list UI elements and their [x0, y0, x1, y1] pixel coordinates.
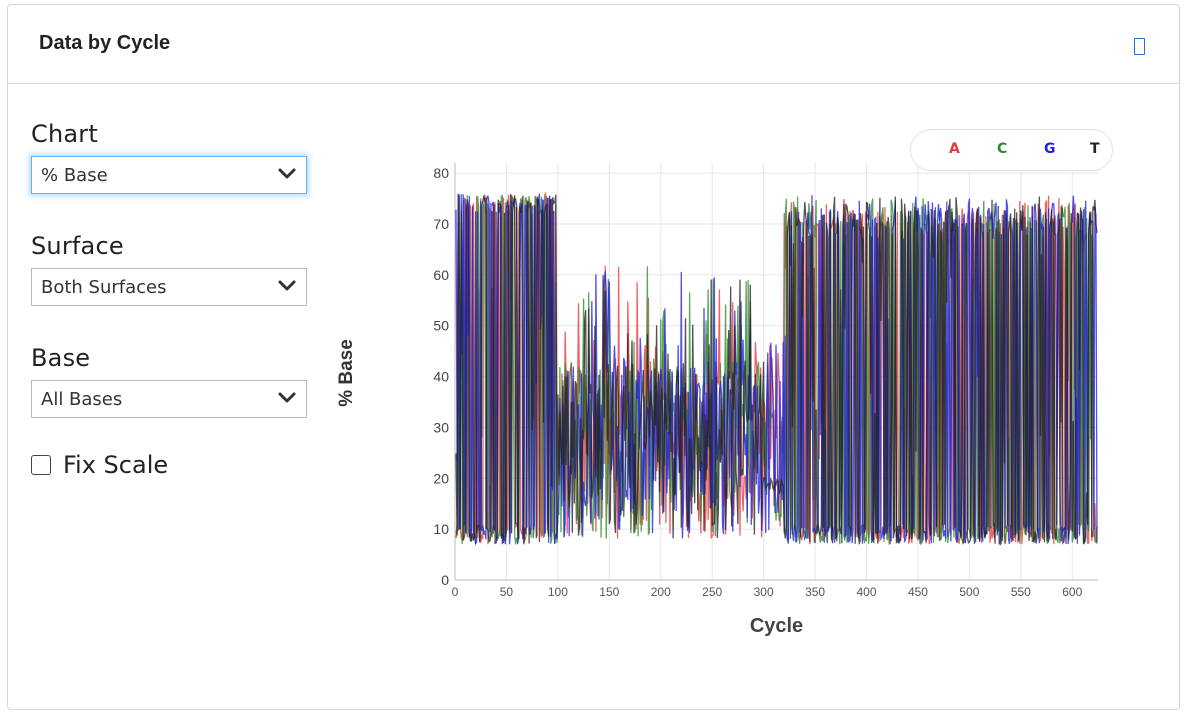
y-axis-label: % Base — [336, 339, 357, 407]
chart-legend: A C G T — [910, 129, 1113, 171]
y-tick-label: 10 — [433, 521, 449, 537]
x-tick-label: 0 — [452, 585, 459, 599]
x-tick-label: 300 — [754, 585, 774, 599]
x-tick-label: 450 — [908, 585, 928, 599]
x-axis-label: Cycle — [750, 615, 803, 637]
x-tick-label: 500 — [959, 585, 979, 599]
y-tick-label: 30 — [433, 419, 449, 435]
x-tick-label: 600 — [1062, 585, 1082, 599]
cycle-line-chart: 0 50 100 150 200 250 300 350 400 450 500 550 600 0 10 2… — [336, 163, 1098, 637]
y-tick-label: 80 — [433, 165, 449, 181]
x-tick-label: 50 — [500, 585, 514, 599]
y-tick-label: 40 — [433, 369, 449, 385]
legend-item-c[interactable]: C — [997, 141, 1007, 157]
x-tick-label: 200 — [651, 585, 671, 599]
y-tick-label: 50 — [433, 318, 449, 334]
legend-item-a[interactable]: A — [949, 141, 960, 157]
legend-item-t[interactable]: T — [1090, 141, 1100, 157]
y-tick-label: 0 — [441, 572, 449, 588]
y-tick-label: 70 — [433, 216, 449, 232]
x-tick-label: 350 — [805, 585, 825, 599]
legend-item-g[interactable]: G — [1044, 141, 1056, 157]
y-tick-label: 20 — [433, 470, 449, 486]
x-tick-label: 150 — [599, 585, 619, 599]
x-tick-label: 100 — [548, 585, 568, 599]
x-tick-label: 250 — [702, 585, 722, 599]
x-tick-label: 550 — [1011, 585, 1031, 599]
x-tick-label: 400 — [857, 585, 877, 599]
y-tick-label: 60 — [433, 267, 449, 283]
